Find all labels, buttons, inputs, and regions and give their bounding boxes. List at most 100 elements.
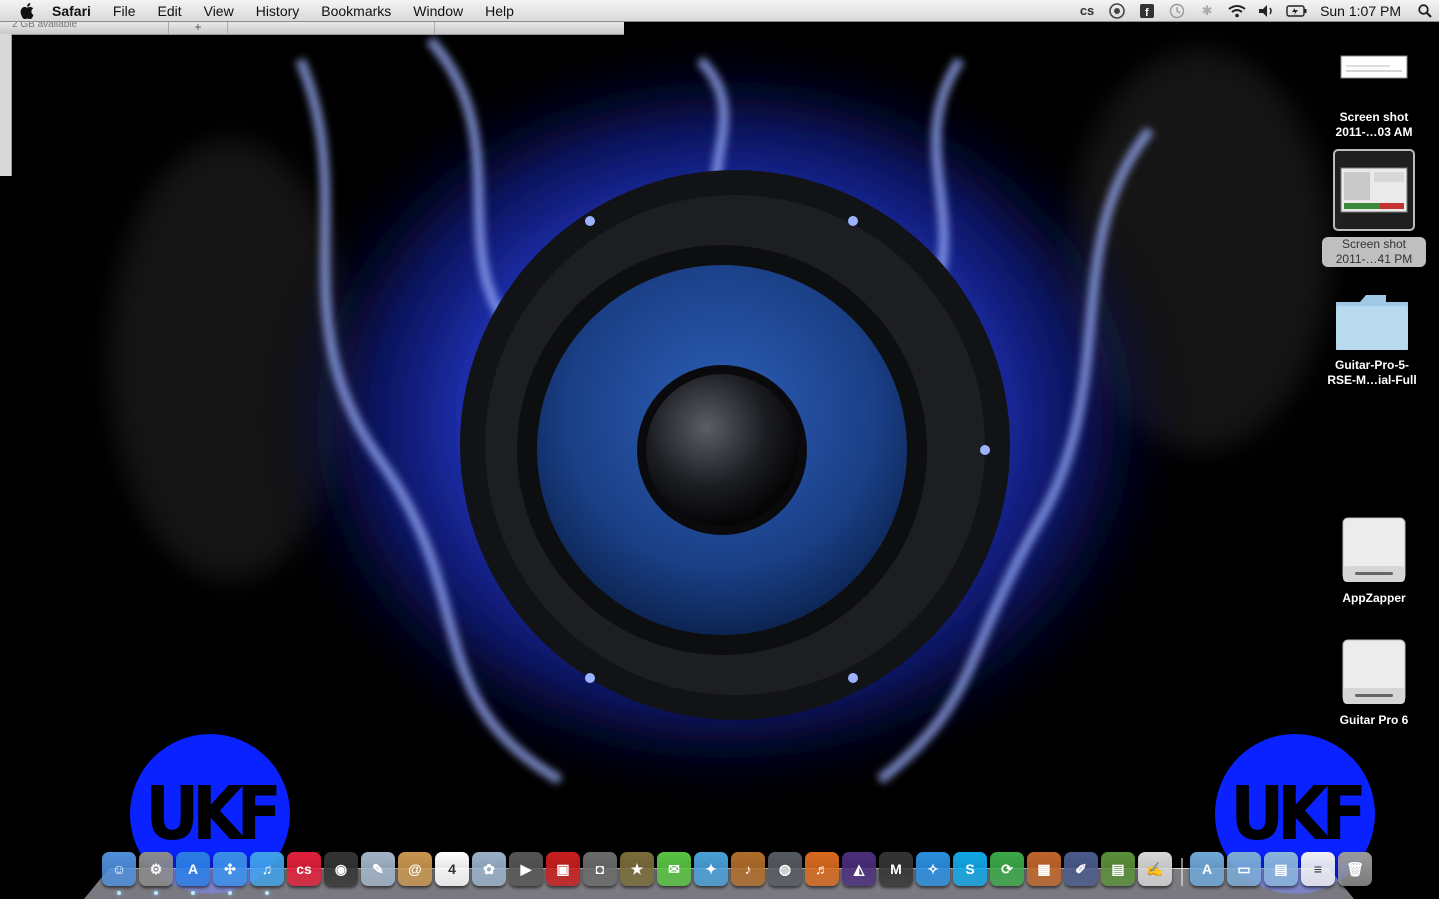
screenshot-file-icon — [1339, 52, 1409, 82]
document-file-glyph: ≡ — [1313, 861, 1323, 877]
disk-utility-icon[interactable]: ◍ — [768, 852, 802, 886]
address-book-icon[interactable]: @ — [398, 852, 432, 886]
photo-booth-glyph: ▣ — [556, 860, 570, 877]
desktop-file-label-line1: AppZapper — [1342, 591, 1406, 605]
bittorrent-icon[interactable]: ⟳ — [990, 852, 1024, 886]
finder-glyph: ☺ — [111, 861, 127, 877]
apple-logo-icon[interactable] — [16, 2, 38, 19]
lastfm-glyph: cs — [296, 861, 312, 877]
image-capture-icon[interactable]: ◘ — [583, 852, 617, 886]
garageband-icon[interactable]: ♬ — [805, 852, 839, 886]
menu-help[interactable]: Help — [474, 0, 525, 22]
guitar-pro-icon[interactable]: ♪ — [731, 852, 765, 886]
desktop-file-screenshot-1[interactable]: Screen shot 2011-…03 AM — [1314, 52, 1434, 140]
sync-icon[interactable] — [1102, 2, 1132, 19]
desktop-file-label-line2: 2011-…41 PM — [1335, 252, 1413, 266]
twitter-icon[interactable]: ✧ — [916, 852, 950, 886]
iphoto-icon[interactable]: ✿ — [472, 852, 506, 886]
dashboard-glyph: ◉ — [334, 860, 348, 877]
numbers-icon[interactable]: ▤ — [1101, 852, 1135, 886]
menu-bookmarks[interactable]: Bookmarks — [310, 0, 402, 22]
menu-window[interactable]: Window — [402, 0, 474, 22]
volume-icon[interactable] — [1252, 4, 1282, 18]
messages-icon[interactable]: ✉ — [657, 852, 691, 886]
cs-icon[interactable]: cs — [1072, 3, 1102, 18]
address-book-glyph: @ — [408, 861, 422, 877]
facetime-glyph: ▶ — [520, 860, 532, 877]
textedit-icon[interactable]: ✍ — [1138, 852, 1172, 886]
menu-app-name[interactable]: Safari — [52, 0, 102, 22]
preview-icon[interactable]: ✎ — [361, 852, 395, 886]
svg-text:f: f — [1145, 7, 1149, 18]
menu-view[interactable]: View — [193, 0, 245, 22]
photo-booth-icon[interactable]: ▣ — [546, 852, 580, 886]
lastfm-icon[interactable]: cs — [287, 852, 321, 886]
disk-image-icon — [1339, 637, 1409, 709]
background-window-statusbar[interactable]: 2 GB available + — [0, 19, 624, 35]
widget-glyph: ★ — [630, 860, 644, 877]
menu-file[interactable]: File — [102, 0, 147, 22]
dock-divider — [1181, 858, 1183, 886]
messages-glyph: ✉ — [668, 860, 680, 877]
desktop-disk-guitar-pro-6[interactable]: Guitar Pro 6 — [1314, 637, 1434, 728]
menu-bar: Safari File Edit View History Bookmarks … — [0, 0, 1439, 22]
downloads-stack-icon[interactable]: ▤ — [1264, 852, 1298, 886]
pro-tools-icon[interactable]: ◭ — [842, 852, 876, 886]
downloads-stack-glyph: ▤ — [1274, 860, 1288, 877]
menu-edit[interactable]: Edit — [146, 0, 192, 22]
menu-clock[interactable]: Sun 1:07 PM — [1312, 0, 1411, 22]
mbox-icon[interactable]: M — [879, 852, 913, 886]
ical-icon[interactable]: 4 — [435, 852, 469, 886]
widget-icon[interactable]: ★ — [620, 852, 654, 886]
twitter-glyph: ✧ — [927, 860, 939, 877]
ical-glyph: 4 — [448, 861, 456, 877]
desktop-file-label-line2: RSE-M…ial-Full — [1327, 373, 1417, 387]
divider — [434, 22, 435, 34]
wifi-icon[interactable] — [1222, 4, 1252, 18]
script-editor-icon[interactable]: ✐ — [1064, 852, 1098, 886]
desktop-file-label-line1: Screen shot — [1341, 237, 1407, 251]
applications-stack-glyph: A — [1201, 861, 1213, 877]
iphoto-glyph: ✿ — [483, 860, 495, 877]
time-machine-icon[interactable] — [1162, 3, 1192, 19]
add-button[interactable]: + — [168, 21, 228, 34]
documents-stack-icon[interactable]: ▭ — [1227, 852, 1261, 886]
keynote-glyph: ▦ — [1037, 860, 1051, 877]
folder-icon — [1332, 290, 1412, 354]
menu-history[interactable]: History — [245, 0, 311, 22]
screenshot-file-icon — [1333, 149, 1415, 231]
background-window-edge[interactable] — [0, 34, 12, 176]
guitar-pro-glyph: ♪ — [744, 861, 752, 877]
document-file-icon[interactable]: ≡ — [1301, 852, 1335, 886]
notes-icon[interactable]: ✦ — [694, 852, 728, 886]
facetime-icon[interactable]: ▶ — [509, 852, 543, 886]
itunes-icon[interactable]: ♫ — [250, 852, 284, 895]
desktop-file-screenshot-2[interactable]: Screen shot 2011-…41 PM — [1314, 149, 1434, 268]
applications-stack-icon[interactable]: A — [1190, 852, 1224, 886]
skype-glyph: S — [965, 861, 975, 877]
dashboard-icon[interactable]: ◉ — [324, 852, 358, 886]
skype-icon[interactable]: S — [953, 852, 987, 886]
image-capture-glyph: ◘ — [595, 861, 605, 877]
keynote-icon[interactable]: ▦ — [1027, 852, 1061, 886]
battery-icon[interactable] — [1282, 4, 1312, 17]
bittorrent-glyph: ⟳ — [1001, 860, 1013, 877]
desktop-folder-guitar-pro-5[interactable]: Guitar-Pro-5- RSE-M…ial-Full — [1312, 290, 1432, 388]
disk-utility-glyph: ◍ — [778, 860, 792, 877]
desktop-file-label-line1: Guitar Pro 6 — [1339, 713, 1409, 727]
system-preferences-icon[interactable]: ⚙ — [139, 852, 173, 895]
documents-stack-glyph: ▭ — [1237, 860, 1251, 877]
status-menu-area: cs f ✱ Sun 1:07 PM — [1072, 0, 1439, 22]
ukf-logo-text: UKF — [145, 771, 282, 857]
facebook-icon[interactable]: f — [1132, 3, 1162, 18]
finder-icon[interactable]: ☺ — [102, 852, 136, 895]
script-editor-glyph: ✐ — [1075, 860, 1087, 877]
ukf-logo-text: UKF — [1230, 771, 1367, 857]
numbers-glyph: ▤ — [1111, 860, 1125, 877]
trash-icon[interactable]: 🗑 — [1338, 852, 1372, 886]
desktop-disk-appzapper[interactable]: AppZapper — [1314, 515, 1434, 606]
app-store-icon[interactable]: A — [176, 852, 210, 895]
bluetooth-icon[interactable]: ✱ — [1192, 3, 1222, 19]
safari-icon[interactable]: ✣ — [213, 852, 247, 895]
spotlight-search-icon[interactable] — [1411, 3, 1439, 18]
